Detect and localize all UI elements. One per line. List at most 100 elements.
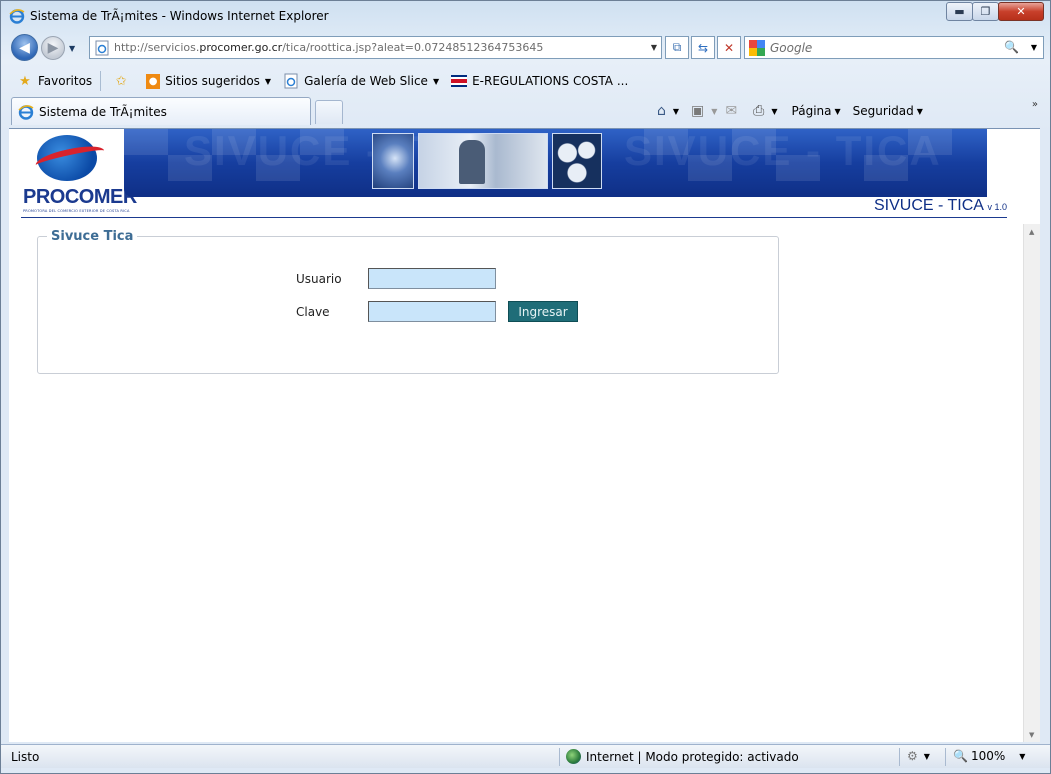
page-menu-label: Página: [791, 104, 832, 118]
search-options-dropdown-icon[interactable]: ▼: [1031, 43, 1037, 52]
banner-strip: SIVUCE - TICA SIVUCE - TICA: [124, 129, 987, 197]
window-controls: ▬ ❐ ✕: [946, 2, 1044, 21]
tab-row: Sistema de TrÃ¡mites ⌂ ▼ ▣ ▼ ✉ ⎙ ▼ Págin…: [1, 97, 1050, 127]
read-mail-button[interactable]: ✉: [725, 103, 741, 119]
home-icon: ⌂: [657, 103, 666, 119]
security-menu[interactable]: Seguridad ▼: [853, 104, 923, 118]
favorite-item-suggested-sites[interactable]: ● Sitios sugeridos ▼: [142, 70, 275, 92]
vertical-scrollbar[interactable]: ▲ ▼: [1023, 224, 1040, 742]
internet-explorer-icon: [9, 9, 25, 24]
login-fieldset: Sivuce Tica Usuario Clave Ingresar: [37, 229, 779, 374]
favorite-item-web-slice[interactable]: Galería de Web Slice ▼: [279, 70, 443, 92]
status-bar: Listo Internet | Modo protegido: activad…: [1, 744, 1050, 768]
tab-label: Sistema de TrÃ¡mites: [39, 104, 167, 119]
costa-rica-flag-icon: [451, 73, 468, 89]
compatibility-view-icon: ⧉: [672, 40, 682, 54]
business-people-photo: [418, 133, 548, 189]
favorite-item-e-regulations[interactable]: E-REGULATIONS COSTA ...: [447, 70, 632, 92]
compatibility-view-button[interactable]: ⧉: [665, 36, 689, 59]
window-title: Sistema de TrÃ¡mites - Windows Internet …: [30, 9, 329, 23]
chevron-down-icon: ▼: [1019, 751, 1026, 761]
command-bar: ⌂ ▼ ▣ ▼ ✉ ⎙ ▼ Página ▼ Seguridad ▼: [649, 100, 923, 122]
chevron-down-icon: ▼: [923, 751, 930, 761]
search-icon[interactable]: 🔍: [1004, 40, 1019, 54]
back-arrow-icon: ◀: [19, 39, 30, 56]
search-input[interactable]: Google: [770, 41, 812, 55]
scroll-up-icon[interactable]: ▲: [1029, 228, 1034, 236]
address-dropdown-icon[interactable]: ▼: [651, 43, 657, 52]
zoom-magnifier-icon: 🔍: [953, 749, 968, 763]
print-button[interactable]: ⎙ ▼: [753, 103, 777, 119]
zoom-button[interactable]: 🔍 100% ▼: [953, 749, 1025, 763]
url-suffix: /tica/roottica.jsp?aleat=0.0724851236475…: [282, 41, 544, 54]
page-menu[interactable]: Página ▼: [792, 104, 841, 118]
forward-arrow-icon: ▶: [47, 40, 59, 56]
clocks-photo: [552, 133, 602, 189]
chevron-down-icon: ▼: [432, 76, 440, 86]
security-menu-label: Seguridad: [852, 104, 914, 118]
rss-feed-icon: ▣: [691, 103, 705, 119]
password-label: Clave: [296, 304, 330, 319]
status-text: Listo: [11, 750, 40, 764]
stop-icon: ✕: [723, 40, 735, 55]
favorites-label: Favoritos: [38, 74, 93, 88]
page-icon: [95, 40, 109, 55]
zoom-level: 100%: [970, 749, 1006, 763]
page-viewport: PROCOMER PROMOTORA DEL COMERCIO EXTERIOR…: [9, 128, 1040, 742]
favorite-item-label: Galería de Web Slice: [304, 74, 428, 88]
username-field[interactable]: [368, 268, 496, 289]
maximize-button[interactable]: ❐: [972, 2, 999, 21]
close-window-button[interactable]: ✕: [998, 2, 1044, 21]
app-title-text: SIVUCE - TICA: [873, 197, 984, 214]
chevron-down-icon: ▼: [834, 106, 841, 116]
new-tab-button[interactable]: [315, 100, 343, 124]
chevron-down-icon: ▼: [711, 106, 718, 116]
globe-photo: [372, 133, 414, 189]
recent-pages-dropdown-icon[interactable]: ▼: [69, 44, 75, 53]
chevron-down-icon: ▼: [916, 106, 923, 116]
address-tools: ⧉ ⇆ ✕: [663, 36, 741, 59]
username-row: Usuario: [296, 268, 496, 289]
title-bar: Sistema de TrÃ¡mites - Windows Internet …: [1, 1, 1050, 31]
address-url[interactable]: http://servicios.procomer.go.cr/tica/roo…: [114, 41, 543, 54]
password-field[interactable]: [368, 301, 496, 322]
home-button[interactable]: ⌂ ▼: [657, 103, 679, 119]
favorite-item-label: E-REGULATIONS COSTA ...: [472, 74, 629, 88]
banner-checker: [124, 129, 168, 155]
more-commands-chevron-icon[interactable]: »: [1032, 99, 1038, 110]
mail-icon: ✉: [725, 103, 738, 119]
logo-text: PROCOMER: [23, 186, 137, 208]
add-to-favorites-bar-button[interactable]: ✩: [109, 70, 138, 92]
status-separator: [559, 748, 560, 766]
back-button[interactable]: ◀: [11, 34, 38, 61]
favorites-bar: ★ Favoritos ✩ ● Sitios sugeridos ▼ Galer…: [1, 67, 1050, 95]
address-bar[interactable]: http://servicios.procomer.go.cr/tica/roo…: [89, 36, 662, 59]
chevron-down-icon: ▼: [672, 106, 680, 116]
forward-button[interactable]: ▶: [41, 36, 65, 60]
url-prefix: http://servicios.: [114, 41, 200, 54]
status-separator: [899, 748, 900, 766]
password-row: Clave Ingresar: [296, 301, 578, 322]
popup-blocker-button[interactable]: ⚙ ▼: [907, 749, 930, 763]
favorites-button[interactable]: ★ Favoritos: [13, 70, 96, 92]
add-favorite-icon: ✩: [115, 73, 127, 89]
minimize-button[interactable]: ▬: [946, 2, 973, 21]
internet-explorer-icon: [18, 104, 34, 120]
security-zone[interactable]: Internet | Modo protegido: activado: [566, 749, 799, 764]
suggested-sites-icon: ●: [146, 73, 161, 89]
chevron-down-icon: ▼: [771, 106, 778, 116]
stop-button[interactable]: ✕: [717, 36, 741, 59]
username-label: Usuario: [296, 271, 342, 286]
chevron-down-icon: ▼: [264, 76, 272, 86]
favorites-separator: [100, 71, 102, 91]
procomer-banner: PROCOMER PROMOTORA DEL COMERCIO EXTERIOR…: [21, 129, 1007, 221]
feeds-button[interactable]: ▣ ▼: [691, 103, 717, 119]
tab-sistema-de-tramites[interactable]: Sistema de TrÃ¡mites: [11, 97, 311, 125]
search-box[interactable]: Google 🔍 ▼: [744, 36, 1044, 59]
scroll-down-icon[interactable]: ▼: [1029, 731, 1034, 739]
popup-blocker-icon: ⚙: [907, 749, 918, 763]
internet-zone-globe-icon: [566, 749, 581, 764]
ingresar-button[interactable]: Ingresar: [508, 301, 578, 322]
printer-icon: ⎙: [753, 103, 765, 119]
refresh-button[interactable]: ⇆: [691, 36, 715, 59]
